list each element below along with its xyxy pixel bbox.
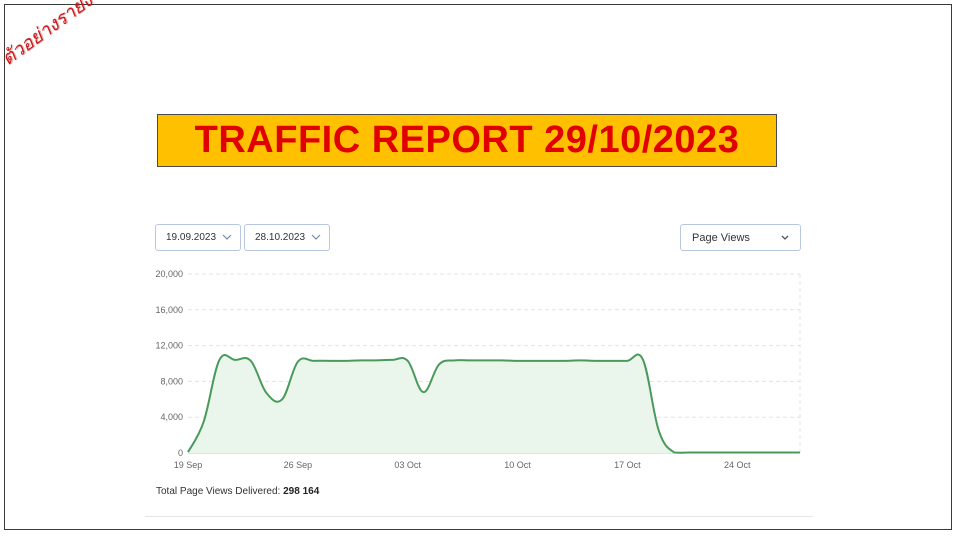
divider — [145, 516, 813, 517]
x-tick-label: 10 Oct — [504, 460, 531, 470]
y-tick-label: 4,000 — [160, 412, 183, 422]
total-page-views: Total Page Views Delivered: 298 164 — [156, 486, 319, 497]
x-tick-label: 19 Sep — [174, 460, 203, 470]
total-value: 298 164 — [283, 486, 320, 497]
series-area — [188, 354, 800, 453]
x-tick-label: 17 Oct — [614, 460, 641, 470]
y-tick-label: 8,000 — [160, 376, 183, 386]
x-tick-label: 03 Oct — [394, 460, 421, 470]
y-tick-label: 20,000 — [155, 269, 183, 279]
total-label: Total Page Views Delivered: — [156, 486, 281, 497]
x-tick-label: 24 Oct — [724, 460, 751, 470]
x-tick-label: 26 Sep — [284, 460, 313, 470]
y-tick-label: 0 — [178, 448, 183, 458]
y-tick-label: 12,000 — [155, 341, 183, 351]
y-tick-label: 16,000 — [155, 305, 183, 315]
page-views-chart: 20,000 16,000 12,000 8,000 4,000 0 19 Sep 26 Se… — [155, 269, 801, 470]
